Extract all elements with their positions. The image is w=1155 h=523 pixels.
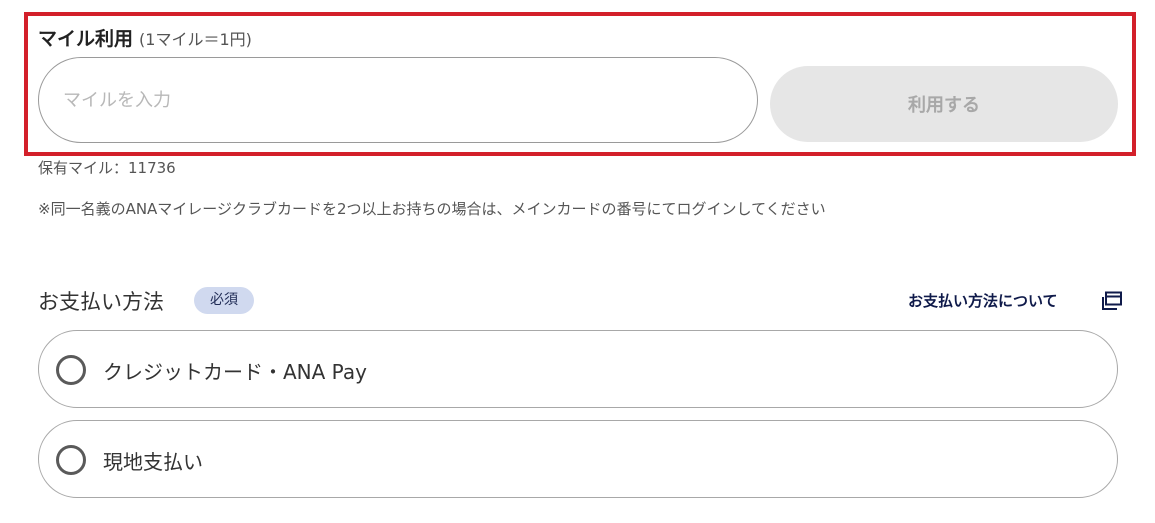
payment-option-label: 現地支払い xyxy=(103,450,203,474)
mile-rate-note: (1マイル＝1円) xyxy=(139,30,252,49)
required-badge: 必須 xyxy=(194,287,254,314)
payment-method-title: お支払い方法 xyxy=(38,290,164,314)
payment-option-credit-card[interactable]: クレジットカード・ANA Pay xyxy=(38,330,1118,408)
radio-button[interactable] xyxy=(56,445,86,475)
login-notice: ※同一名義のANAマイレージクラブカードを2つ以上お持ちの場合は、メインカードの… xyxy=(38,200,826,218)
external-window-icon[interactable] xyxy=(1101,291,1123,311)
mile-input[interactable] xyxy=(38,57,758,143)
payment-info-link[interactable]: お支払い方法について xyxy=(908,290,1058,311)
mile-use-heading: マイル利用 (1マイル＝1円) xyxy=(38,24,252,51)
radio-button[interactable] xyxy=(56,355,86,385)
payment-option-onsite[interactable]: 現地支払い xyxy=(38,420,1118,498)
held-miles-text: 保有マイル：11736 xyxy=(38,159,176,177)
use-miles-button[interactable]: 利用する xyxy=(770,66,1118,142)
mile-use-title: マイル利用 xyxy=(38,28,134,50)
payment-option-label: クレジットカード・ANA Pay xyxy=(103,360,367,384)
